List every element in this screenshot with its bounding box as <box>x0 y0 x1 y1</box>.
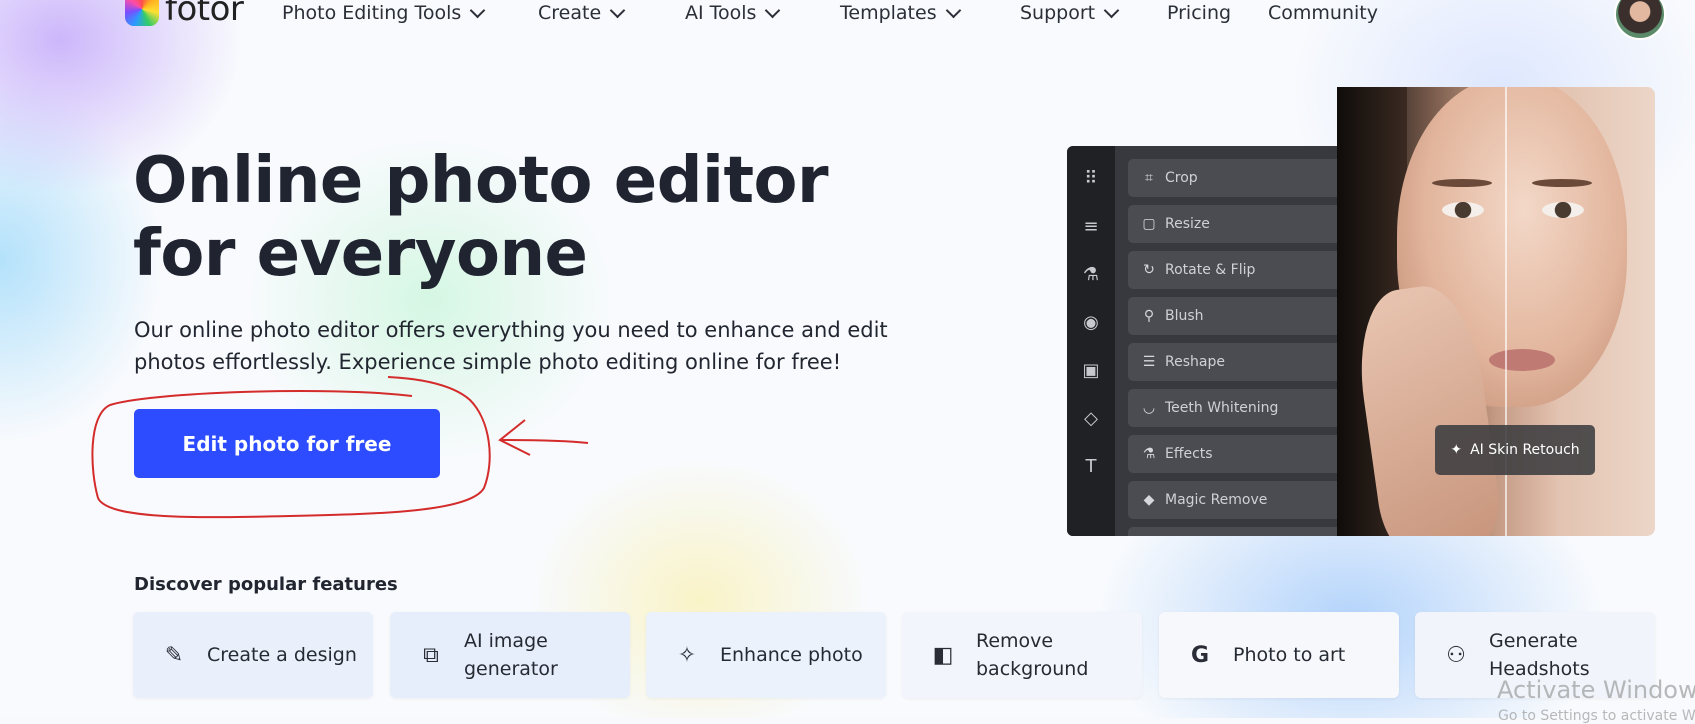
tool-magic-remove[interactable]: ◆ Magic Remove <box>1128 481 1337 519</box>
photo-lips <box>1489 349 1555 371</box>
tool-label: Effects <box>1165 446 1213 462</box>
nav-label: Templates <box>840 2 937 24</box>
tool-label: Resize <box>1165 216 1210 232</box>
grid-icon[interactable]: ⠿ <box>1081 168 1101 189</box>
remove-bg-icon: ◧ <box>932 642 954 668</box>
feature-remove-background[interactable]: ◧ Remove background <box>902 612 1142 698</box>
ai-skin-retouch-badge[interactable]: ✦ AI Skin Retouch <box>1435 425 1595 475</box>
tool-label: Teeth Whitening <box>1165 400 1279 416</box>
design-tools-icon: ✎ <box>164 642 184 668</box>
tool-blush[interactable]: ⚲ Blush <box>1128 297 1337 335</box>
hero-subtitle: Our online photo editor offers everythin… <box>134 318 888 374</box>
tool-label: Crop <box>1165 170 1198 186</box>
tool-label: Rotate & Flip <box>1165 262 1256 278</box>
tool-label: Reshape <box>1165 354 1225 370</box>
tool-crop[interactable]: ⌗ Crop <box>1128 159 1337 197</box>
fotor-logo-icon <box>125 0 159 26</box>
nav-label: Photo Editing Tools <box>282 2 462 24</box>
feature-label: Remove background <box>976 630 1089 680</box>
nav-pricing[interactable]: Pricing <box>1167 2 1231 24</box>
nav-support[interactable]: Support <box>1020 2 1120 24</box>
tool-rotate-flip[interactable]: ↻ Rotate & Flip <box>1128 251 1337 289</box>
tool-partial <box>1128 527 1337 536</box>
top-navigation: fotor Photo Editing Tools Create AI Tool… <box>0 0 1695 40</box>
tooth-icon: ◡ <box>1142 400 1156 416</box>
chevron-down-icon <box>469 2 486 18</box>
nav-label: Create <box>538 2 602 24</box>
crop-icon: ⌗ <box>1145 170 1153 186</box>
reshape-icon: ☰ <box>1142 354 1156 370</box>
nav-photo-editing-tools[interactable]: Photo Editing Tools <box>282 2 486 24</box>
photo-brow <box>1432 179 1492 187</box>
shapes-icon[interactable]: ◇ <box>1081 408 1101 429</box>
text-icon[interactable]: T <box>1081 456 1101 477</box>
logo-text: fotor <box>165 0 244 29</box>
feature-label: AI image generator <box>464 630 558 680</box>
feature-label: Create a design <box>207 644 357 666</box>
editor-preview-panel: ⠿ ≡ ⚗ ◉ ▣ ◇ T ⌗ Crop ▢ Resize ↻ Rotate &… <box>1067 146 1337 536</box>
frame-icon[interactable]: ▣ <box>1081 360 1101 381</box>
nav-ai-tools[interactable]: AI Tools <box>685 2 781 24</box>
before-after-photo: ✦ AI Skin Retouch <box>1337 87 1655 536</box>
tool-reshape[interactable]: ☰ Reshape <box>1128 343 1337 381</box>
nav-label: Pricing <box>1167 2 1232 24</box>
sliders-icon[interactable]: ≡ <box>1081 216 1101 237</box>
feature-enhance-photo[interactable]: ✧ Enhance photo <box>646 612 886 698</box>
feature-label: Photo to art <box>1233 644 1346 666</box>
chevron-down-icon <box>1103 2 1120 18</box>
magic-wand-icon: ✦ <box>1450 442 1463 458</box>
tool-effects[interactable]: ⚗ Effects <box>1128 435 1337 473</box>
photo-eye <box>1542 202 1584 218</box>
eraser-icon: ◆ <box>1143 492 1155 508</box>
feature-create-design[interactable]: ✎ Create a design <box>133 612 373 698</box>
feature-photo-to-art[interactable]: G Photo to art <box>1159 612 1399 698</box>
flask-icon: ⚗ <box>1142 446 1156 462</box>
badge-label: AI Skin Retouch <box>1470 442 1580 458</box>
nav-templates[interactable]: Templates <box>840 2 961 24</box>
art-logo-icon: G <box>1190 642 1210 668</box>
editor-sidebar-rail: ⠿ ≡ ⚗ ◉ ▣ ◇ T <box>1067 146 1115 536</box>
nav-label: AI Tools <box>685 2 757 24</box>
photo-brow <box>1532 179 1592 187</box>
tool-resize[interactable]: ▢ Resize <box>1128 205 1337 243</box>
chevron-down-icon <box>945 2 961 18</box>
photo-eye <box>1442 202 1484 218</box>
chevron-down-icon <box>609 2 626 18</box>
tool-label: Blush <box>1165 308 1204 324</box>
tool-label: Magic Remove <box>1165 492 1268 508</box>
resize-icon: ▢ <box>1142 216 1156 232</box>
tool-teeth-whitening[interactable]: ◡ Teeth Whitening <box>1128 389 1337 427</box>
nav-community[interactable]: Community <box>1268 2 1378 24</box>
nav-label: Community <box>1268 2 1378 24</box>
fotor-logo[interactable]: fotor <box>125 0 244 29</box>
feature-ai-image-generator[interactable]: ⧉ AI image generator <box>390 612 630 698</box>
rotate-icon: ↻ <box>1143 262 1155 278</box>
feature-label: Enhance photo <box>720 644 863 666</box>
blush-icon: ⚲ <box>1143 308 1155 324</box>
feature-label: Generate Headshots <box>1489 630 1590 680</box>
flask-icon[interactable]: ⚗ <box>1081 264 1101 285</box>
nav-create[interactable]: Create <box>538 2 626 24</box>
hero-title: Online photo editor for everyone <box>133 144 829 291</box>
sparkle-icon: ✧ <box>677 642 697 668</box>
features-heading: Discover popular features <box>134 574 398 595</box>
chevron-down-icon <box>765 2 781 18</box>
windows-activation-hint: Go to Settings to activate Windows. <box>1498 708 1695 724</box>
nav-label: Support <box>1020 2 1096 24</box>
edit-photo-button[interactable]: Edit photo for free <box>134 409 440 478</box>
windows-activation-watermark: Activate Windows <box>1497 676 1695 704</box>
ai-image-icon: ⧉ <box>423 642 439 668</box>
add-person-icon: ⚇ <box>1446 642 1466 668</box>
eye-icon[interactable]: ◉ <box>1081 312 1101 333</box>
